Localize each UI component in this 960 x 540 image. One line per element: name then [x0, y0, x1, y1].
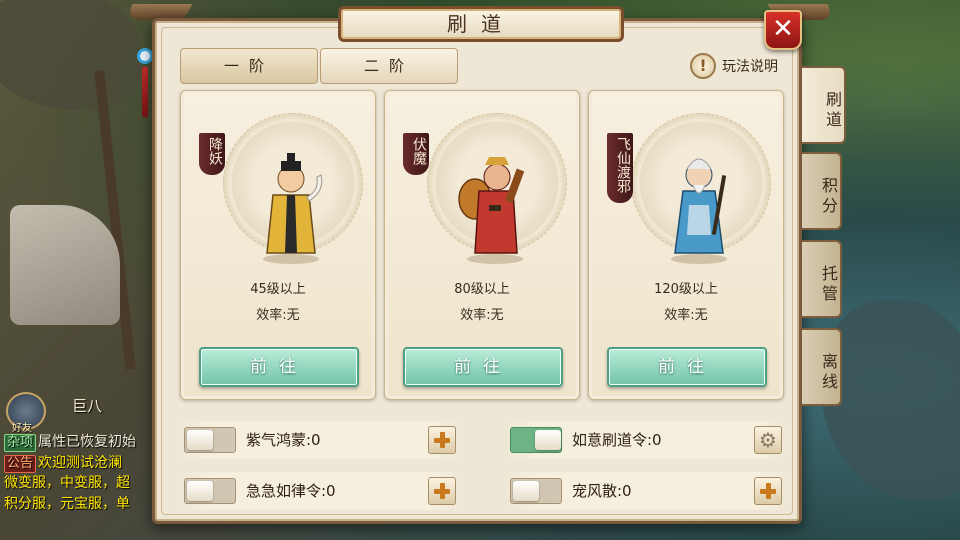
side-tab-shuadao[interactable]: 刷道 — [802, 66, 846, 144]
background-rock — [0, 0, 140, 110]
help-label: 玩法说明 — [722, 59, 778, 75]
quest-card-fumo: 伏魔 80级以上 效率:无 前往 — [384, 90, 580, 400]
chat-log[interactable]: 杂项 属性已恢复初始 公告 欢迎测试沧澜 微变服，中变服，超 积分服，元宝服，单 — [4, 432, 154, 514]
toggle-knob — [187, 481, 213, 501]
option-label: 紫气鸿蒙:0 — [246, 431, 321, 449]
plus-icon — [440, 483, 445, 499]
toggle-switch[interactable] — [510, 427, 562, 453]
quest-name-banner: 降妖 — [199, 133, 225, 175]
chat-tag: 公告 — [4, 454, 37, 473]
side-tab-lixian[interactable]: 离线 — [802, 328, 842, 406]
settings-button[interactable]: ⚙ — [754, 426, 782, 454]
chat-text: 欢迎测试沧澜 — [38, 454, 123, 471]
option-label: 宠风散:0 — [572, 482, 632, 500]
ship-sail — [10, 205, 120, 325]
chat-line: 公告 欢迎测试沧澜 — [4, 453, 154, 474]
exclamation-icon: ! — [690, 53, 716, 79]
tab-tier-2[interactable]: 二阶 — [320, 48, 458, 84]
ornament-ring — [137, 48, 153, 64]
xiangyao-character-figure — [263, 153, 323, 264]
help-button[interactable]: ! 玩法说明 — [690, 52, 778, 80]
go-button-xiangyao[interactable]: 前往 — [199, 347, 359, 387]
plus-icon — [766, 483, 771, 499]
option-ruyishuadaoling: 如意刷道令:0 ⚙ — [506, 421, 786, 459]
side-tab-jifen[interactable]: 积分 — [802, 152, 842, 230]
go-button-fumo[interactable]: 前往 — [403, 347, 563, 387]
chat-line: 杂项 属性已恢复初始 — [4, 432, 154, 453]
chat-text: 属性已恢复初始 — [38, 434, 137, 450]
toggle-knob — [535, 430, 561, 450]
add-button[interactable] — [754, 477, 782, 505]
feixiandu-character-figure — [671, 158, 727, 264]
quest-level-requirement: 120级以上 — [654, 282, 718, 297]
option-chongfengsan: 宠风散:0 — [506, 472, 786, 510]
option-label: 急急如律令:0 — [246, 482, 336, 500]
quest-name-banner: 飞仙渡邪 — [607, 133, 633, 203]
tab-tier-1[interactable]: 一阶 — [180, 48, 318, 84]
add-button[interactable] — [428, 426, 456, 454]
panel-title: 刷道 — [338, 6, 624, 42]
quest-efficiency: 效率:无 — [256, 308, 300, 323]
option-label: 如意刷道令:0 — [572, 431, 662, 449]
toggle-switch[interactable] — [184, 478, 236, 504]
gear-icon: ⚙ — [759, 428, 777, 452]
toggle-switch[interactable] — [184, 427, 236, 453]
close-button[interactable]: ✕ — [764, 10, 802, 50]
options-row: 紫气鸿蒙:0 如意刷道令:0 ⚙ — [180, 421, 786, 459]
fumo-character-figure — [458, 157, 525, 264]
quest-level-requirement: 45级以上 — [250, 282, 306, 297]
add-button[interactable] — [428, 477, 456, 505]
go-button-feixiandu[interactable]: 前往 — [607, 347, 767, 387]
quest-efficiency: 效率:无 — [664, 308, 708, 323]
quest-efficiency: 效率:无 — [460, 308, 504, 323]
toggle-switch[interactable] — [510, 478, 562, 504]
plus-icon — [440, 432, 445, 448]
options-row: 急急如律令:0 宠风散:0 — [180, 472, 786, 510]
quest-card-xiangyao: 降妖 45级以上 效率:无 前往 — [180, 90, 376, 400]
hanging-ornament — [137, 48, 153, 138]
quest-level-requirement: 80级以上 — [454, 282, 510, 297]
quest-card-feixiandu: 飞仙渡邪 120级以上 效率:无 前往 — [588, 90, 784, 400]
friend-avatar-button[interactable]: 好友 — [6, 392, 46, 434]
option-ziqihongmeng: 紫气鸿蒙:0 — [180, 421, 460, 459]
chat-line: 积分服，元宝服，单 — [4, 495, 130, 512]
quest-name-banner: 伏魔 — [403, 133, 429, 175]
chat-bubble[interactable]: 巨八 — [72, 395, 152, 419]
side-tab-tuoguan[interactable]: 托管 — [802, 240, 842, 318]
chat-line: 微变服，中变服，超 — [4, 475, 130, 491]
toggle-knob — [513, 481, 539, 501]
chat-tag: 杂项 — [4, 434, 37, 452]
option-jijirululing: 急急如律令:0 — [180, 472, 460, 510]
ornament-tassel — [142, 67, 148, 117]
toggle-knob — [187, 430, 213, 450]
